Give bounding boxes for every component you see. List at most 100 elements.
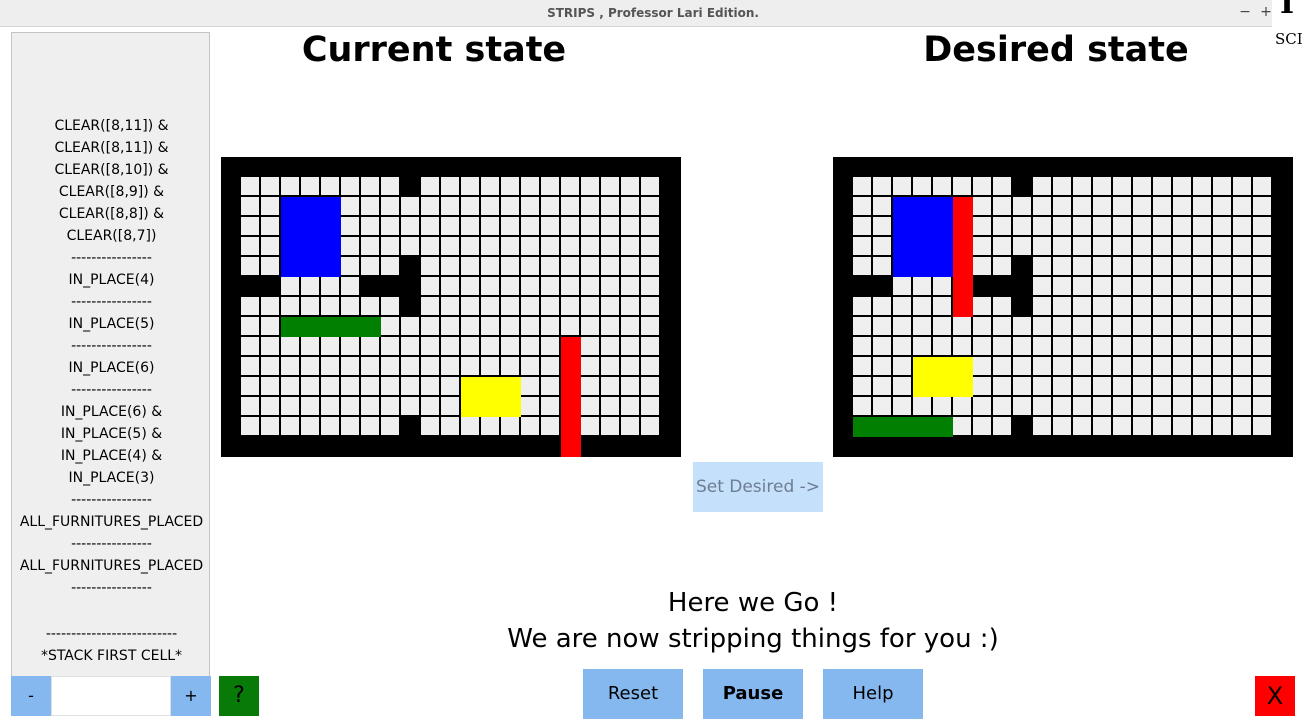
floor-cell[interactable] bbox=[1033, 357, 1051, 375]
floor-cell[interactable] bbox=[401, 397, 419, 415]
floor-cell[interactable] bbox=[601, 377, 619, 395]
floor-cell[interactable] bbox=[1213, 357, 1231, 375]
floor-cell[interactable] bbox=[401, 317, 419, 335]
floor-cell[interactable] bbox=[1153, 277, 1171, 295]
floor-cell[interactable] bbox=[321, 277, 339, 295]
floor-cell[interactable] bbox=[853, 337, 871, 355]
floor-cell[interactable] bbox=[441, 337, 459, 355]
floor-cell[interactable] bbox=[461, 337, 479, 355]
floor-cell[interactable] bbox=[461, 217, 479, 235]
floor-cell[interactable] bbox=[1233, 397, 1251, 415]
floor-cell[interactable] bbox=[1093, 177, 1111, 195]
floor-cell[interactable] bbox=[621, 337, 639, 355]
floor-cell[interactable] bbox=[401, 217, 419, 235]
floor-cell[interactable] bbox=[301, 297, 319, 315]
floor-cell[interactable] bbox=[601, 177, 619, 195]
floor-cell[interactable] bbox=[521, 277, 539, 295]
floor-cell[interactable] bbox=[261, 337, 279, 355]
floor-cell[interactable] bbox=[1093, 397, 1111, 415]
floor-cell[interactable] bbox=[461, 277, 479, 295]
floor-cell[interactable] bbox=[1093, 357, 1111, 375]
floor-cell[interactable] bbox=[893, 337, 911, 355]
floor-cell[interactable] bbox=[853, 197, 871, 215]
floor-cell[interactable] bbox=[441, 297, 459, 315]
floor-cell[interactable] bbox=[1133, 277, 1151, 295]
floor-cell[interactable] bbox=[1193, 397, 1211, 415]
floor-cell[interactable] bbox=[421, 377, 439, 395]
floor-cell[interactable] bbox=[601, 337, 619, 355]
floor-cell[interactable] bbox=[953, 317, 971, 335]
floor-cell[interactable] bbox=[281, 337, 299, 355]
floor-cell[interactable] bbox=[361, 217, 379, 235]
floor-cell[interactable] bbox=[1253, 197, 1271, 215]
floor-cell[interactable] bbox=[1133, 217, 1151, 235]
floor-cell[interactable] bbox=[1053, 317, 1071, 335]
floor-cell[interactable] bbox=[1153, 397, 1171, 415]
floor-cell[interactable] bbox=[561, 237, 579, 255]
floor-cell[interactable] bbox=[1033, 297, 1051, 315]
floor-cell[interactable] bbox=[401, 337, 419, 355]
floor-cell[interactable] bbox=[1193, 197, 1211, 215]
floor-cell[interactable] bbox=[501, 197, 519, 215]
floor-cell[interactable] bbox=[973, 237, 991, 255]
floor-cell[interactable] bbox=[461, 237, 479, 255]
floor-cell[interactable] bbox=[1193, 297, 1211, 315]
floor-cell[interactable] bbox=[321, 357, 339, 375]
green-furniture[interactable] bbox=[853, 417, 953, 437]
floor-cell[interactable] bbox=[461, 177, 479, 195]
floor-cell[interactable] bbox=[1253, 337, 1271, 355]
floor-cell[interactable] bbox=[873, 397, 891, 415]
floor-cell[interactable] bbox=[261, 397, 279, 415]
floor-cell[interactable] bbox=[1073, 317, 1091, 335]
floor-cell[interactable] bbox=[873, 357, 891, 375]
floor-cell[interactable] bbox=[541, 397, 559, 415]
floor-cell[interactable] bbox=[481, 337, 499, 355]
floor-cell[interactable] bbox=[993, 257, 1011, 275]
floor-cell[interactable] bbox=[1073, 397, 1091, 415]
floor-cell[interactable] bbox=[853, 237, 871, 255]
floor-cell[interactable] bbox=[261, 377, 279, 395]
floor-cell[interactable] bbox=[361, 337, 379, 355]
floor-cell[interactable] bbox=[321, 177, 339, 195]
floor-cell[interactable] bbox=[973, 337, 991, 355]
floor-cell[interactable] bbox=[601, 217, 619, 235]
floor-cell[interactable] bbox=[581, 397, 599, 415]
floor-cell[interactable] bbox=[581, 177, 599, 195]
floor-cell[interactable] bbox=[641, 257, 659, 275]
floor-cell[interactable] bbox=[501, 217, 519, 235]
floor-cell[interactable] bbox=[1013, 377, 1031, 395]
floor-cell[interactable] bbox=[1053, 337, 1071, 355]
floor-cell[interactable] bbox=[561, 297, 579, 315]
floor-cell[interactable] bbox=[541, 377, 559, 395]
help-button[interactable]: Help bbox=[823, 669, 923, 719]
floor-cell[interactable] bbox=[621, 397, 639, 415]
floor-cell[interactable] bbox=[1233, 177, 1251, 195]
floor-cell[interactable] bbox=[1013, 397, 1031, 415]
floor-cell[interactable] bbox=[873, 317, 891, 335]
floor-cell[interactable] bbox=[1153, 417, 1171, 435]
floor-cell[interactable] bbox=[873, 217, 891, 235]
floor-cell[interactable] bbox=[621, 217, 639, 235]
floor-cell[interactable] bbox=[521, 317, 539, 335]
floor-cell[interactable] bbox=[301, 277, 319, 295]
floor-cell[interactable] bbox=[321, 297, 339, 315]
floor-cell[interactable] bbox=[501, 417, 519, 435]
floor-cell[interactable] bbox=[481, 237, 499, 255]
floor-cell[interactable] bbox=[241, 317, 259, 335]
question-button[interactable]: ? bbox=[219, 676, 259, 716]
floor-cell[interactable] bbox=[421, 397, 439, 415]
floor-cell[interactable] bbox=[1093, 417, 1111, 435]
floor-cell[interactable] bbox=[481, 357, 499, 375]
floor-cell[interactable] bbox=[581, 357, 599, 375]
floor-cell[interactable] bbox=[621, 297, 639, 315]
floor-cell[interactable] bbox=[341, 257, 359, 275]
floor-cell[interactable] bbox=[441, 177, 459, 195]
floor-cell[interactable] bbox=[1173, 197, 1191, 215]
floor-cell[interactable] bbox=[993, 397, 1011, 415]
floor-cell[interactable] bbox=[641, 377, 659, 395]
floor-cell[interactable] bbox=[1233, 317, 1251, 335]
floor-cell[interactable] bbox=[1253, 217, 1271, 235]
floor-cell[interactable] bbox=[381, 317, 399, 335]
floor-cell[interactable] bbox=[361, 197, 379, 215]
floor-cell[interactable] bbox=[421, 177, 439, 195]
